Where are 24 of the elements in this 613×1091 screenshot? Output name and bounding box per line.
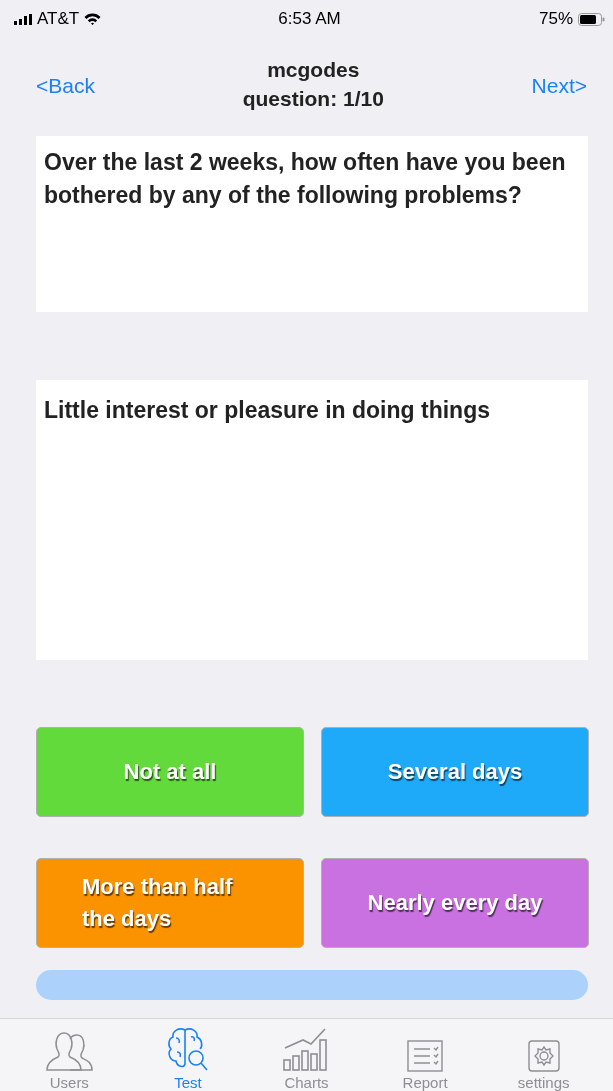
next-link[interactable]: Next> bbox=[531, 74, 587, 98]
signal-icon bbox=[14, 13, 32, 25]
wifi-icon bbox=[84, 13, 102, 25]
answer-button[interactable]: Not at all bbox=[36, 727, 304, 817]
back-link[interactable]: <Back bbox=[36, 74, 95, 98]
people-icon bbox=[44, 1030, 95, 1072]
tab-button[interactable]: Users bbox=[19, 1019, 120, 1091]
nav-title: mcgodes bbox=[267, 57, 360, 83]
prompt-text: Over the last 2 weeks, how often have you been bothered by any of the following problems? bbox=[44, 148, 567, 210]
tab-button[interactable]: settings bbox=[493, 1019, 594, 1091]
tab-button[interactable]: Report bbox=[375, 1019, 476, 1091]
answer-button[interactable]: Nearly every day bbox=[321, 858, 589, 948]
checklist-icon bbox=[407, 1040, 444, 1072]
clock-time: 6:53 AM bbox=[278, 9, 341, 29]
answer-button[interactable]: Several days bbox=[321, 727, 589, 817]
battery-percent: 75% bbox=[538, 9, 573, 29]
carrier-name: AT&T bbox=[37, 9, 80, 29]
tab-button[interactable]: Test bbox=[137, 1019, 238, 1091]
answer-button[interactable]: More than half the days bbox=[36, 858, 304, 948]
question-counter: question: 1/10 bbox=[242, 86, 384, 112]
tab-button[interactable]: Charts bbox=[256, 1019, 357, 1091]
battery-icon bbox=[578, 12, 605, 26]
settings-icon bbox=[527, 1040, 560, 1072]
item-text: Little interest or pleasure in doing things bbox=[44, 396, 491, 425]
